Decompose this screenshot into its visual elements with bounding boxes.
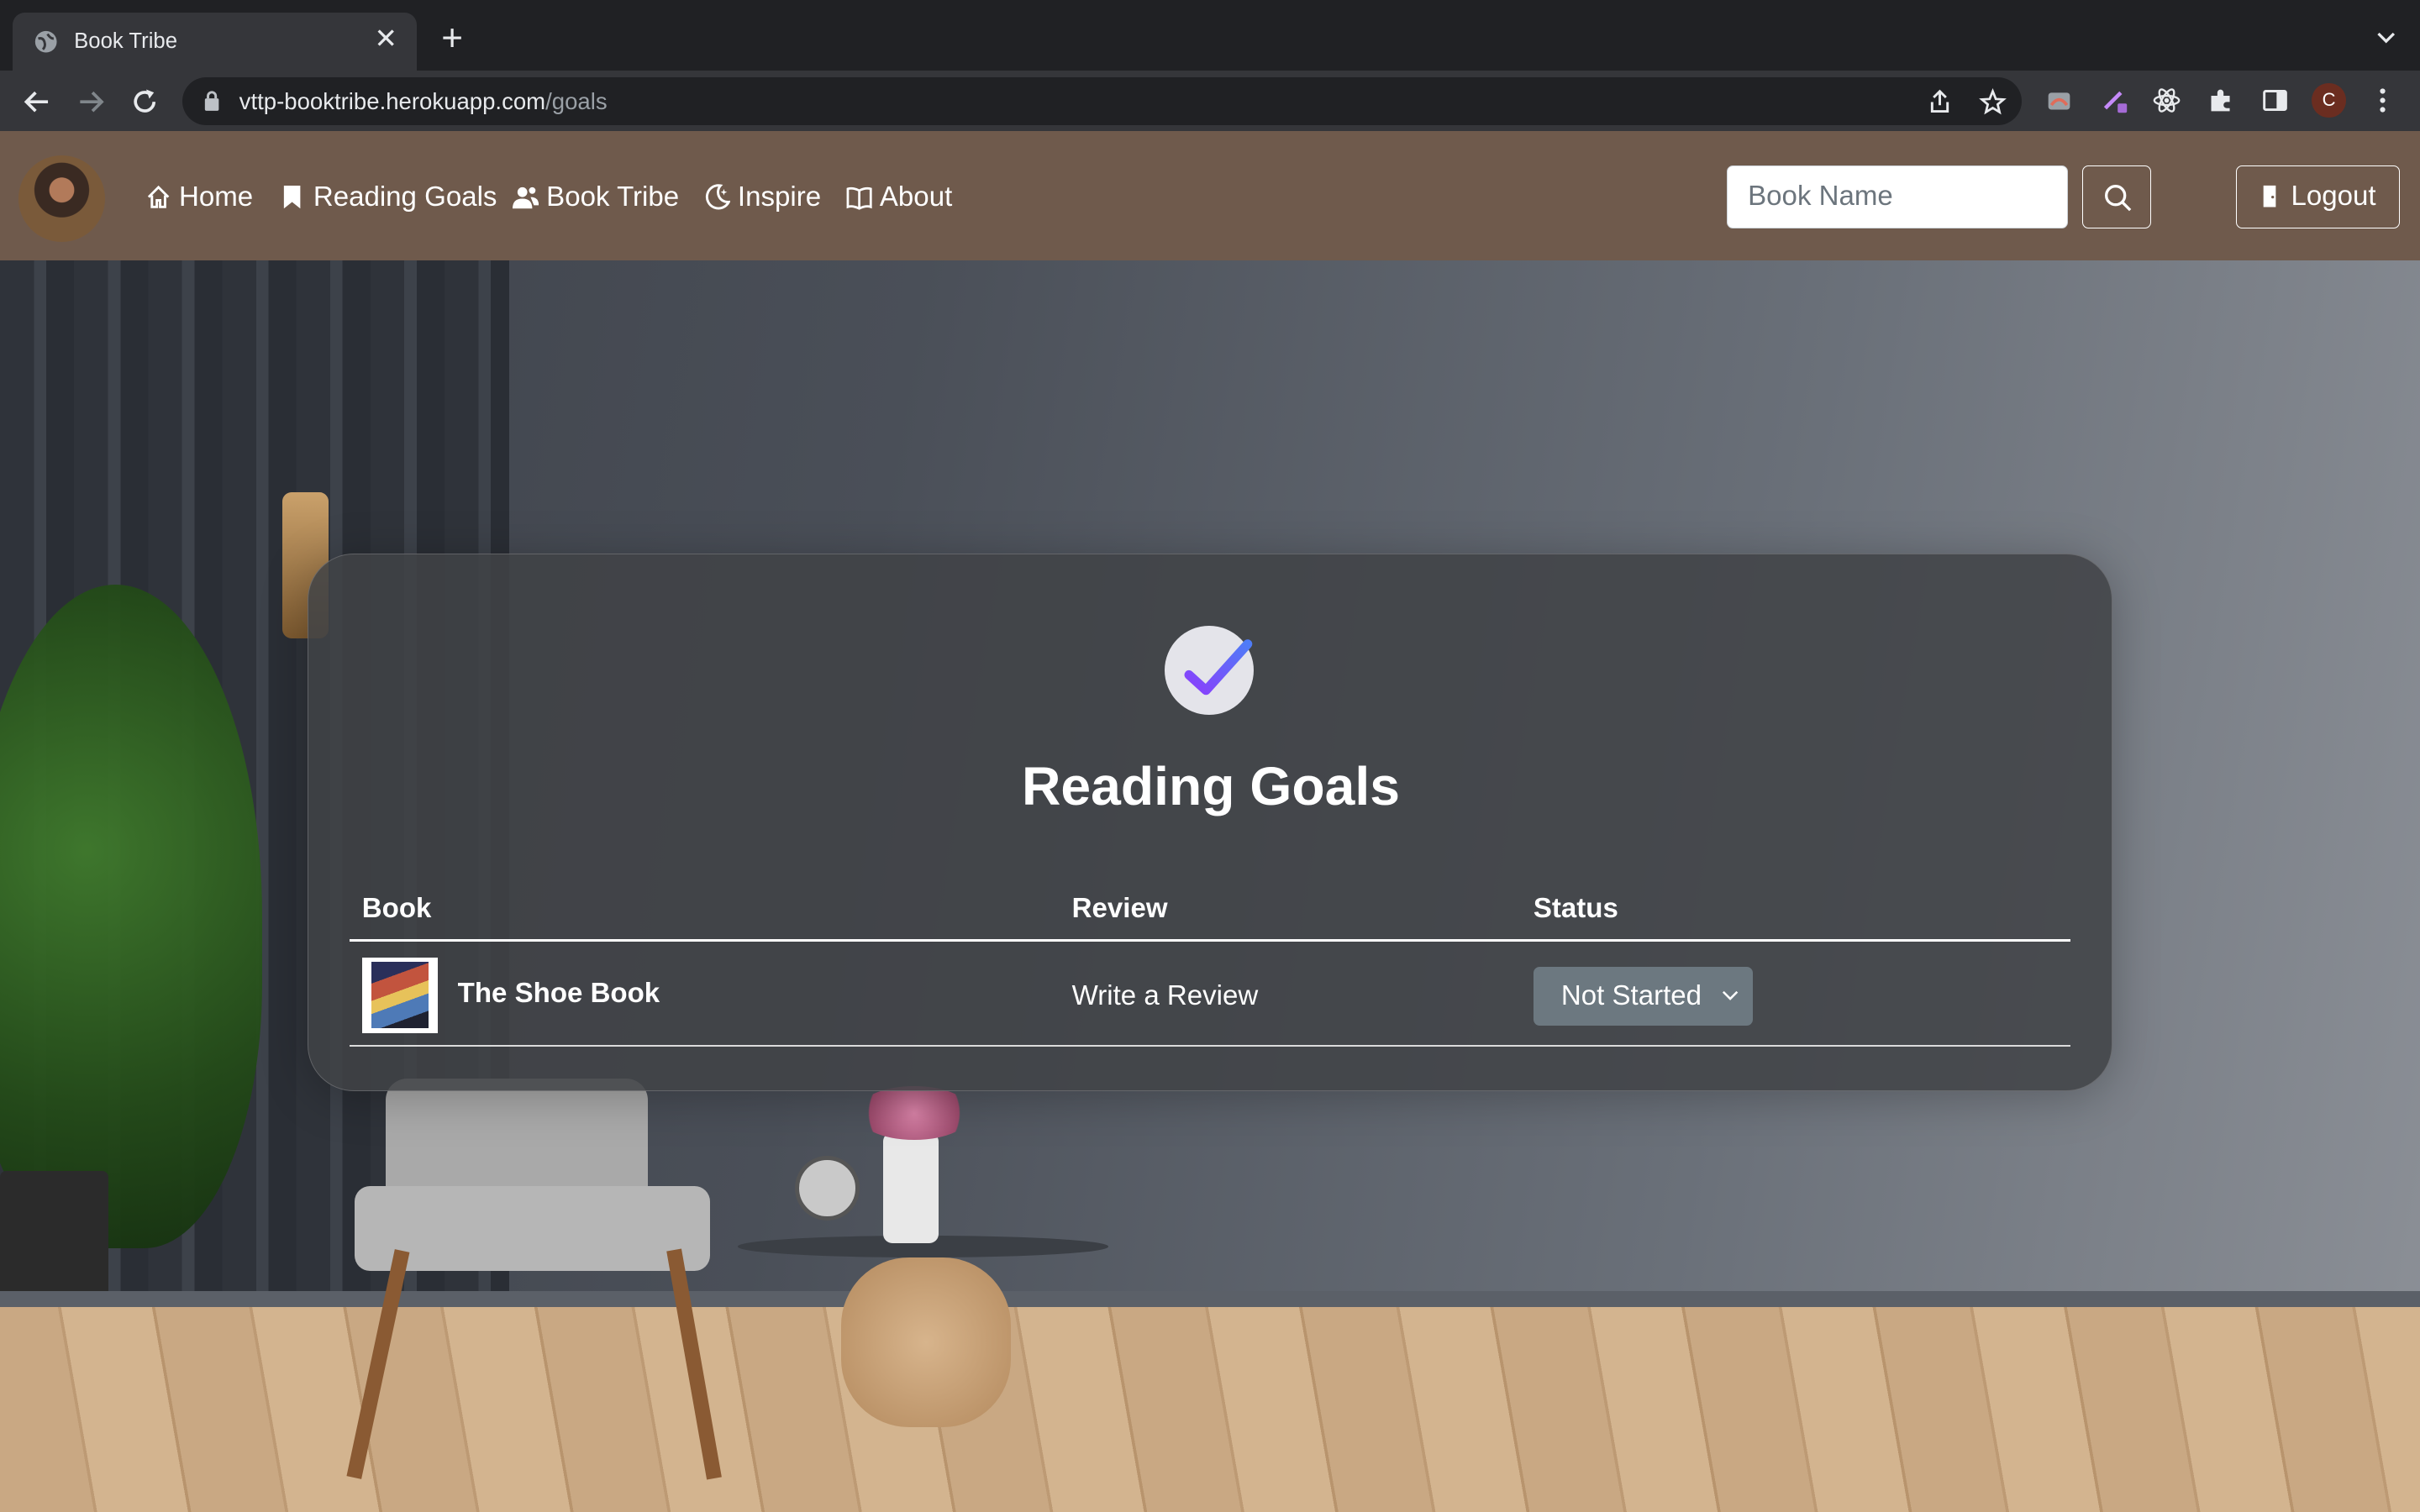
reading-goals-card: Reading Goals Book Review Status The Sho… (307, 554, 2113, 1091)
checkmark-icon (1184, 639, 1253, 696)
profile-avatar[interactable]: C (2312, 83, 2346, 118)
browser-tab[interactable]: Book Tribe ✕ (12, 12, 417, 71)
page-title: Reading Goals (1021, 756, 1400, 817)
browser-toolbar: vttp-booktribe.herokuapp.com/goals (0, 71, 2420, 132)
moon-icon (705, 184, 730, 210)
lock-icon (205, 91, 219, 112)
search-button[interactable] (2081, 165, 2152, 228)
status-select[interactable]: Not Started (1533, 966, 1753, 1026)
forward-arrow-icon[interactable] (74, 85, 108, 118)
nav-inspire[interactable]: Inspire (704, 179, 822, 216)
nav-home-label: Home (179, 181, 254, 213)
nav-inspire-label: Inspire (737, 181, 822, 213)
address-bar[interactable]: vttp-booktribe.herokuapp.com/goals (182, 76, 2023, 125)
nav-book-tribe-label: Book Tribe (546, 181, 680, 213)
nav-about-label: About (879, 181, 953, 213)
browser-tabstrip: Book Tribe ✕ + (0, 0, 2420, 71)
app-navbar: Home Reading Goals Book Tribe Inspire Ab… (0, 131, 2420, 261)
extension-rainbow-icon[interactable] (2045, 87, 2073, 114)
book-cover-image[interactable] (361, 957, 438, 1033)
close-tab-icon[interactable]: ✕ (371, 24, 402, 55)
tab-title: Book Tribe (74, 29, 178, 53)
people-icon (512, 187, 539, 209)
chevron-down-icon[interactable] (2374, 24, 2398, 49)
extension-pen-icon[interactable] (2101, 87, 2128, 114)
puzzle-extensions-icon[interactable] (2207, 87, 2234, 114)
logout-label: Logout (2291, 181, 2376, 213)
status-value: Not Started (1560, 980, 1702, 1012)
share-icon[interactable] (1926, 88, 1954, 116)
kebab-menu-icon[interactable] (2369, 87, 2396, 114)
bookmark-icon (284, 186, 301, 209)
book-open-icon (846, 187, 872, 211)
nav-reading-goals-label: Reading Goals (313, 181, 497, 213)
column-header-status: Status (1533, 892, 1618, 924)
nav-reading-goals[interactable]: Reading Goals (279, 179, 497, 216)
door-icon (2263, 186, 2276, 208)
new-tab-icon[interactable]: + (435, 19, 469, 56)
reload-icon[interactable] (128, 85, 161, 118)
table-header-divider (350, 938, 2070, 942)
nav-about[interactable]: About (846, 179, 953, 216)
chevron-down-icon (1722, 991, 1739, 1001)
search-icon (2104, 184, 2131, 212)
book-search-input[interactable] (1727, 165, 2069, 228)
column-header-book: Book (361, 892, 432, 924)
table-row-divider (350, 1045, 2070, 1047)
react-devtools-icon[interactable] (2153, 87, 2181, 114)
back-arrow-icon[interactable] (20, 85, 54, 118)
user-avatar[interactable] (18, 155, 105, 243)
column-header-review: Review (1071, 892, 1168, 924)
checkmark-circle-icon (1164, 625, 1255, 716)
star-icon[interactable] (1978, 87, 2007, 116)
nav-home[interactable]: Home (145, 179, 254, 216)
side-panel-icon[interactable] (2261, 87, 2289, 114)
book-title[interactable]: The Shoe Book (458, 978, 660, 1010)
write-review-link[interactable]: Write a Review (1072, 980, 1259, 1012)
globe-icon (35, 30, 57, 53)
home-icon (147, 186, 169, 209)
url-text: vttp-booktribe.herokuapp.com/goals (239, 87, 608, 114)
nav-book-tribe[interactable]: Book Tribe (512, 179, 680, 216)
logout-button[interactable]: Logout (2236, 165, 2401, 228)
